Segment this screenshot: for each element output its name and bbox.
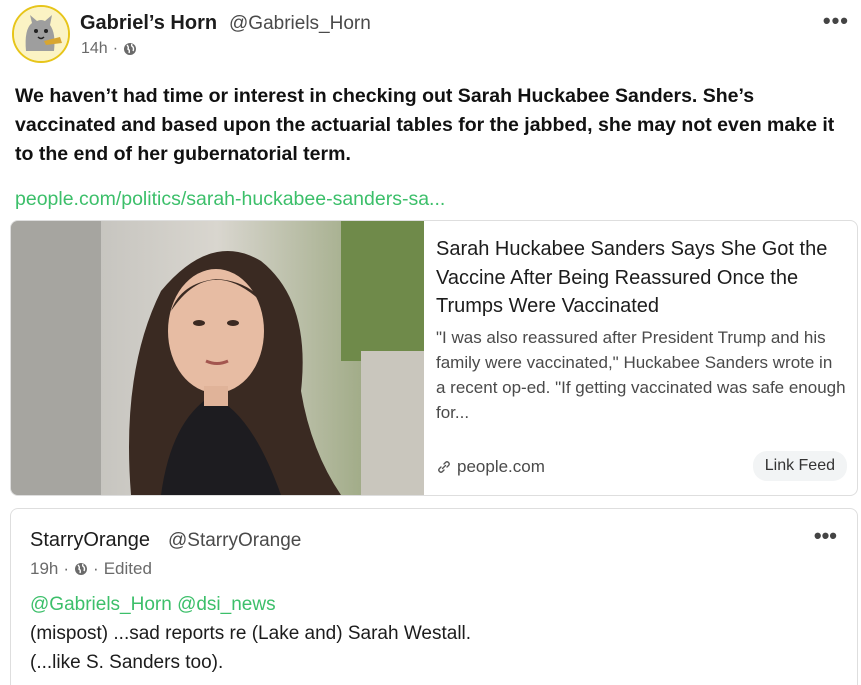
reply-post: StarryOrange @StarryOrange ••• 19h · · E…: [10, 508, 858, 685]
author-name[interactable]: Gabriel’s Horn: [80, 12, 217, 35]
post-link[interactable]: people.com/politics/sarah-huckabee-sande…: [15, 188, 445, 211]
link-card[interactable]: Sarah Huckabee Sanders Says She Got the …: [10, 220, 858, 496]
reply-mentions: @Gabriels_Horn @dsi_news: [30, 594, 276, 616]
avatar[interactable]: [12, 5, 70, 63]
globe-icon: [75, 563, 88, 575]
globe-icon: [124, 43, 137, 55]
card-domain[interactable]: people.com: [436, 457, 545, 477]
reply-meta: 19h · · Edited: [30, 559, 152, 579]
reply-more-dots-icon[interactable]: •••: [814, 523, 837, 549]
card-title[interactable]: Sarah Huckabee Sanders Says She Got the …: [436, 235, 854, 321]
card-description: "I was also reassured after President Tr…: [436, 328, 846, 422]
reply-author-name[interactable]: StarryOrange: [30, 529, 150, 552]
reply-separator-2: ·: [93, 559, 99, 578]
cat-avatar-icon: [14, 7, 68, 61]
reply-author-handle[interactable]: @StarryOrange: [168, 530, 301, 552]
mention-dsi-news[interactable]: @dsi_news: [177, 594, 276, 615]
link-icon: [438, 461, 450, 473]
reply-text-line-1: (mispost) ...sad reports re (Lake and) S…: [30, 623, 472, 644]
more-dots-icon[interactable]: •••: [823, 8, 849, 34]
reply-separator-1: ·: [63, 559, 70, 578]
mention-gabriels-horn[interactable]: @Gabriels_Horn: [30, 594, 172, 615]
meta-separator: ·: [112, 40, 119, 57]
card-domain-label: people.com: [457, 457, 545, 476]
post-meta: 14h ·: [81, 40, 137, 58]
post-time[interactable]: 14h: [81, 40, 108, 58]
article-photo: [11, 221, 424, 495]
reply-text-line-2: (...like S. Sanders too).: [30, 652, 224, 673]
link-feed-badge[interactable]: Link Feed: [752, 451, 847, 481]
post-text: We haven’t had time or interest in check…: [15, 85, 835, 165]
reply-edited: Edited: [103, 559, 152, 578]
reply-time[interactable]: 19h: [30, 559, 58, 579]
author-handle[interactable]: @Gabriels_Horn: [229, 13, 371, 35]
